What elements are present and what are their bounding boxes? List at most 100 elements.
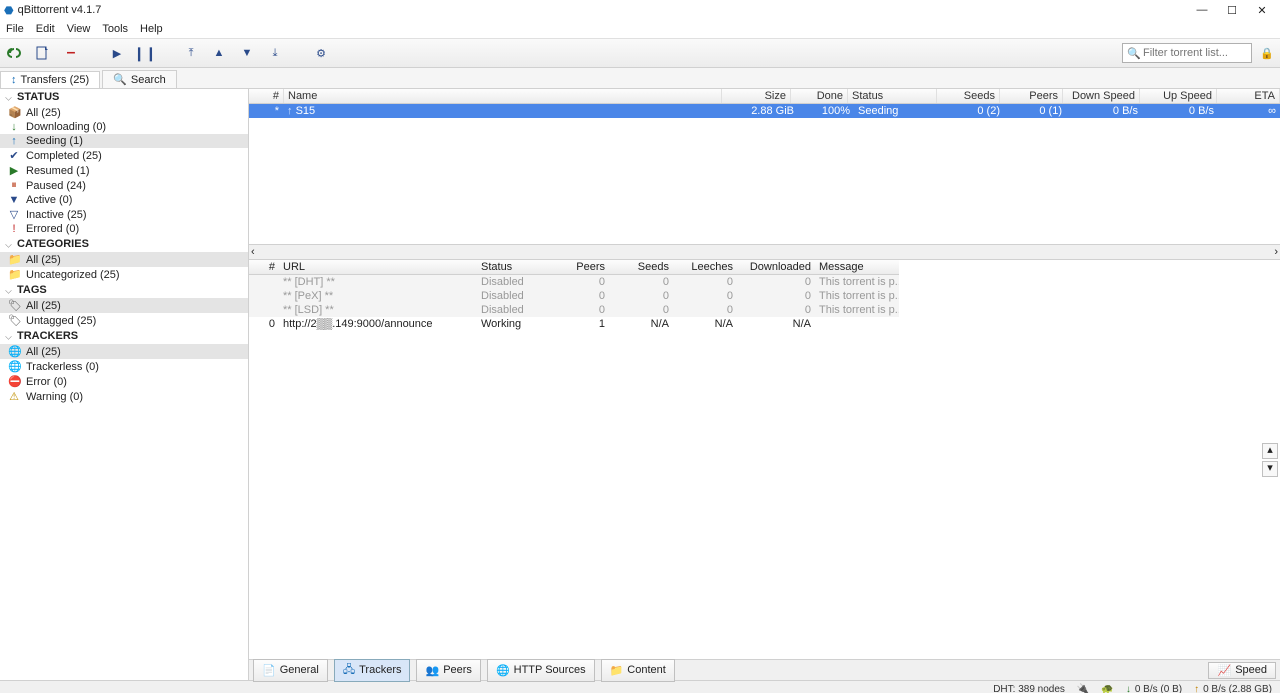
sidebar-item-label: Active (0) <box>26 194 72 206</box>
sidebar-header-tags[interactable]: TAGS <box>0 282 248 298</box>
top-tabs: ↕ Transfers (25) 🔍 Search <box>0 68 1280 89</box>
tracker-row[interactable]: ** [LSD] **Disabled0000This torrent is p… <box>249 303 899 317</box>
col-num[interactable]: # <box>249 89 284 103</box>
col-size[interactable]: Size <box>722 89 791 103</box>
trk-less[interactable]: 🌐Trackerless (0) <box>0 359 248 374</box>
status-errored[interactable]: ! Errored (0) <box>0 222 248 236</box>
tcol-leeches[interactable]: Leeches <box>673 260 737 274</box>
tag-all[interactable]: 🏷All (25) <box>0 298 248 313</box>
app-icon: ⬣ <box>4 4 14 17</box>
trk-all[interactable]: 🌐All (25) <box>0 344 248 359</box>
sidebar-item-label: Resumed (1) <box>26 165 90 177</box>
chevron-down-icon <box>5 333 11 339</box>
filter-input[interactable] <box>1141 46 1247 60</box>
detail-tabs: 📄General 🖧Trackers 👥Peers 🌐HTTP Sources … <box>249 659 1280 680</box>
dht-status[interactable]: DHT: 389 nodes <box>993 684 1065 693</box>
sidebar-icon: 🌐 <box>8 345 20 358</box>
tracker-header[interactable]: # URL Status Peers Seeds Leeches Downloa… <box>249 260 899 275</box>
menu-view[interactable]: View <box>67 23 91 35</box>
tracker-row[interactable]: 0http://2▒▒.149:9000/announceWorking1N/A… <box>249 317 899 331</box>
tcol-url[interactable]: URL <box>279 260 477 274</box>
status-downloading[interactable]: ↓Downloading (0) <box>0 120 248 134</box>
main-area: # Name Size Done Status Seeds Peers Down… <box>249 89 1280 680</box>
sidebar-icon: ! <box>8 223 20 235</box>
horizontal-scrollbar[interactable]: ‹› <box>249 244 1280 259</box>
status-active[interactable]: ▼Active (0) <box>0 193 248 207</box>
add-link-button[interactable] <box>6 44 24 62</box>
tracker-row[interactable]: ** [DHT] **Disabled0000This torrent is p… <box>249 275 899 289</box>
move-bottom-button[interactable]: ⤓ <box>266 44 284 62</box>
col-eta[interactable]: ETA <box>1217 89 1280 103</box>
sidebar-icon: ↑ <box>8 135 20 147</box>
statusbar: DHT: 389 nodes 🔌 🐢 ↓0 B/s (0 B) ↑0 B/s (… <box>0 680 1280 693</box>
btab-content[interactable]: 📁Content <box>601 659 675 682</box>
btab-speed[interactable]: 📈Speed <box>1208 662 1276 679</box>
status-completed[interactable]: ✔Completed (25) <box>0 148 248 163</box>
transfer-row[interactable]: *↑ S152.88 GiB100%Seeding0 (2)0 (1)0 B/s… <box>249 104 1280 118</box>
tag-untagged[interactable]: 🏷Untagged (25) <box>0 313 248 328</box>
tcol-n[interactable]: # <box>249 260 279 274</box>
delete-button[interactable]: – <box>62 44 80 62</box>
settings-button[interactable]: ⚙ <box>312 44 330 62</box>
tab-search[interactable]: 🔍 Search <box>102 70 177 88</box>
col-name[interactable]: Name <box>284 89 722 103</box>
filter-input-container[interactable]: 🔍 <box>1122 43 1252 63</box>
tcol-downloaded[interactable]: Downloaded <box>737 260 815 274</box>
btab-http[interactable]: 🌐HTTP Sources <box>487 659 595 682</box>
menu-edit[interactable]: Edit <box>36 23 55 35</box>
window-close-button[interactable]: ✕ <box>1252 4 1272 17</box>
sidebar-item-label: Errored (0) <box>26 223 79 235</box>
tcol-status[interactable]: Status <box>477 260 545 274</box>
menu-tools[interactable]: Tools <box>102 23 128 35</box>
pane-up-button[interactable]: ▴ <box>1262 443 1278 459</box>
menu-file[interactable]: File <box>6 23 24 35</box>
status-inactive[interactable]: ▽Inactive (25) <box>0 207 248 222</box>
move-top-button[interactable]: ⤒ <box>182 44 200 62</box>
status-paused[interactable]: ⏸Paused (24) <box>0 178 248 193</box>
tab-transfers[interactable]: ↕ Transfers (25) <box>0 71 100 88</box>
sidebar-header-trackers[interactable]: TRACKERS <box>0 328 248 344</box>
window-minimize-button[interactable]: — <box>1192 4 1212 16</box>
resume-button[interactable]: ▶ <box>108 44 126 62</box>
toolbar: – ▶ ❙❙ ⤒ ▲ ▼ ⤓ ⚙ 🔍 🔒 <box>0 39 1280 68</box>
add-torrent-button[interactable] <box>34 44 52 62</box>
alt-limits-icon[interactable]: 🐢 <box>1101 684 1113 693</box>
btab-trackers[interactable]: 🖧Trackers <box>334 659 411 682</box>
firewall-icon[interactable]: 🔌 <box>1077 684 1089 693</box>
tcol-seeds[interactable]: Seeds <box>609 260 673 274</box>
lock-icon[interactable]: 🔒 <box>1260 47 1274 60</box>
btab-general[interactable]: 📄General <box>253 659 328 682</box>
upload-speed[interactable]: ↑0 B/s (2.88 GB) <box>1194 684 1272 693</box>
pause-button[interactable]: ❙❙ <box>136 44 154 62</box>
download-speed[interactable]: ↓0 B/s (0 B) <box>1126 684 1182 693</box>
col-seeds[interactable]: Seeds <box>937 89 1000 103</box>
tcol-peers[interactable]: Peers <box>545 260 609 274</box>
trk-warning[interactable]: ⚠Warning (0) <box>0 389 248 404</box>
btab-peers[interactable]: 👥Peers <box>416 659 480 682</box>
status-all[interactable]: 📦All (25) <box>0 105 248 120</box>
status-seeding[interactable]: ↑Seeding (1) <box>0 134 248 148</box>
col-down[interactable]: Down Speed <box>1063 89 1140 103</box>
menu-help[interactable]: Help <box>140 23 163 35</box>
chevron-down-icon <box>5 94 11 100</box>
col-peers[interactable]: Peers <box>1000 89 1063 103</box>
cat-uncat[interactable]: 📁Uncategorized (25) <box>0 267 248 282</box>
sidebar-icon: ⚠ <box>8 390 20 403</box>
sidebar-icon: 🏷 <box>8 314 20 327</box>
cat-all[interactable]: 📁All (25) <box>0 252 248 267</box>
move-up-button[interactable]: ▲ <box>210 44 228 62</box>
col-status[interactable]: Status <box>848 89 937 103</box>
col-up[interactable]: Up Speed <box>1140 89 1217 103</box>
transfer-header[interactable]: # Name Size Done Status Seeds Peers Down… <box>249 89 1280 104</box>
pane-down-button[interactable]: ▾ <box>1262 461 1278 477</box>
sidebar-item-label: All (25) <box>26 107 61 119</box>
sidebar-header-status[interactable]: STATUS <box>0 89 248 105</box>
status-resumed[interactable]: ▶Resumed (1) <box>0 163 248 178</box>
trk-error[interactable]: ⛔Error (0) <box>0 374 248 389</box>
window-maximize-button[interactable]: ☐ <box>1222 4 1242 17</box>
tracker-row[interactable]: ** [PeX] **Disabled0000This torrent is p… <box>249 289 899 303</box>
sidebar-header-categories[interactable]: CATEGORIES <box>0 236 248 252</box>
col-done[interactable]: Done <box>791 89 848 103</box>
move-down-button[interactable]: ▼ <box>238 44 256 62</box>
tcol-message[interactable]: Message <box>815 260 899 274</box>
